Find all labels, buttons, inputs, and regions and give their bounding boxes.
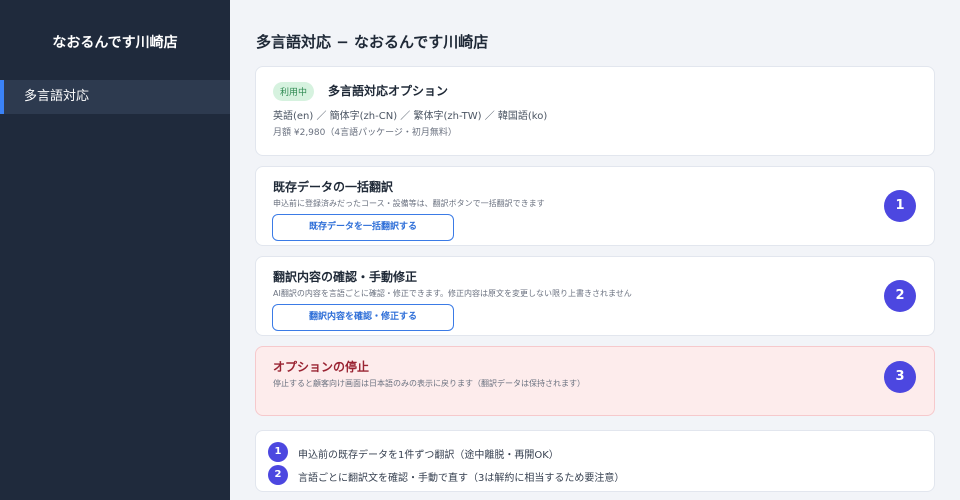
note-number-badge: 1 xyxy=(268,442,288,462)
step-number-badge: 2 xyxy=(884,280,916,312)
step-title: オプションの停止 xyxy=(273,360,370,374)
option-title: 多言語対応オプション xyxy=(328,84,449,98)
option-languages: 英語(en) ／ 簡体字(zh-CN) ／ 繁体字(zh-TW) ／ 韓国語(k… xyxy=(273,111,548,122)
review-translation-button[interactable]: 翻訳内容を確認・修正する xyxy=(272,304,454,331)
step-description: 申込前に登録済みだったコース・設備等は、翻訳ボタンで一括翻訳できます xyxy=(273,199,545,208)
sidebar-store-name: なおるんです川崎店 xyxy=(52,35,178,51)
main-content: 多言語対応 − なおるんです川崎店 利用中 多言語対応オプション 英語(en) … xyxy=(230,0,960,500)
sidebar: なおるんです川崎店 多言語対応 xyxy=(0,0,230,500)
step-card-review: 翻訳内容の確認・手動修正 AI翻訳の内容を言語ごとに確認・修正できます。修正内容… xyxy=(255,256,935,336)
step-title: 翻訳内容の確認・手動修正 xyxy=(273,270,418,284)
bulk-translate-button[interactable]: 既存データを一括翻訳する xyxy=(272,214,454,241)
note-text: 申込前の既存データを1件ずつ翻訳（途中離脱・再開OK） xyxy=(298,450,559,461)
step-description: AI翻訳の内容を言語ごとに確認・修正できます。修正内容は原文を変更しない限り上書… xyxy=(273,289,632,298)
notes-card: 1 申込前の既存データを1件ずつ翻訳（途中離脱・再開OK） 2 言語ごとに翻訳文… xyxy=(255,430,935,492)
step-title: 既存データの一括翻訳 xyxy=(273,180,394,194)
note-number-badge: 2 xyxy=(268,465,288,485)
step-number-badge: 3 xyxy=(884,361,916,393)
option-card: 利用中 多言語対応オプション 英語(en) ／ 簡体字(zh-CN) ／ 繁体字… xyxy=(255,66,935,156)
option-price: 月額 ¥2,980（4言語パッケージ・初月無料） xyxy=(273,128,457,138)
step-number-badge: 1 xyxy=(884,190,916,222)
sidebar-item-multilingual[interactable]: 多言語対応 xyxy=(0,80,230,114)
step-description: 停止すると顧客向け画面は日本語のみの表示に戻ります（翻訳データは保持されます） xyxy=(273,379,585,388)
step-card-stop-option: オプションの停止 停止すると顧客向け画面は日本語のみの表示に戻ります（翻訳データ… xyxy=(255,346,935,416)
step-card-bulk-translate: 既存データの一括翻訳 申込前に登録済みだったコース・設備等は、翻訳ボタンで一括翻… xyxy=(255,166,935,246)
note-text: 言語ごとに翻訳文を確認・手動で直す（3は解約に相当するため要注意） xyxy=(298,473,625,484)
status-badge: 利用中 xyxy=(273,82,315,101)
page-title: 多言語対応 − なおるんです川崎店 xyxy=(256,33,489,51)
